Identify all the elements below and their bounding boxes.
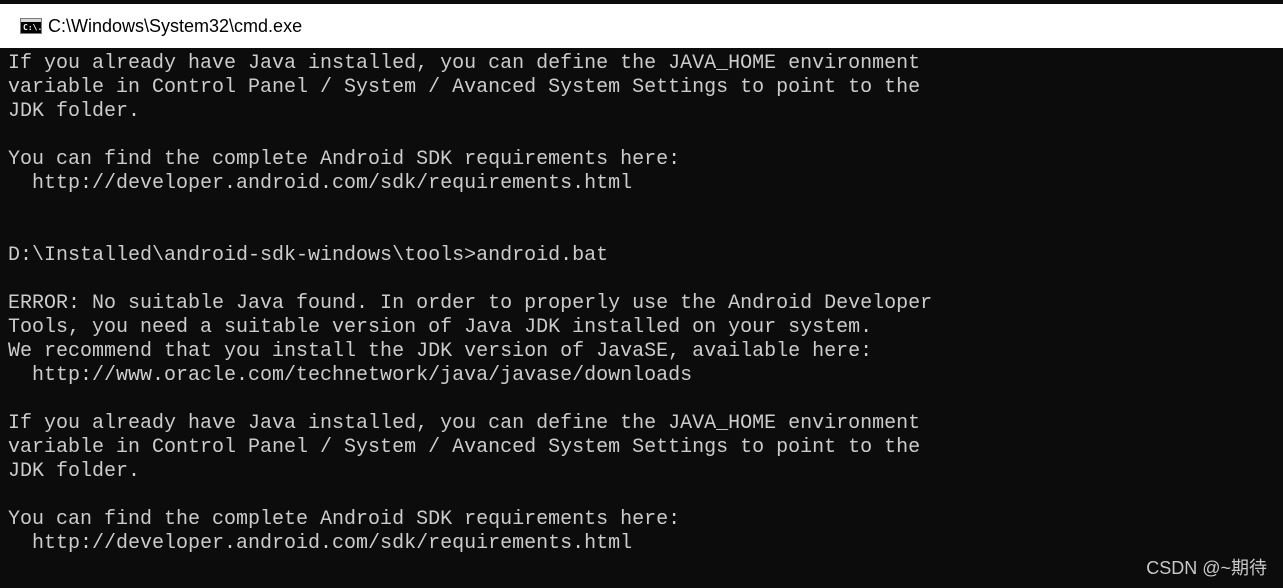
title-bar[interactable]: C:\. C:\Windows\System32\cmd.exe	[0, 0, 1283, 48]
console-line: http://developer.android.com/sdk/require…	[8, 532, 633, 555]
console-line: You can find the complete Android SDK re…	[8, 508, 681, 531]
console-line: D:\Installed\android-sdk-windows\tools>a…	[8, 244, 609, 267]
console-line: http://www.oracle.com/technetwork/java/j…	[8, 364, 693, 387]
console-output[interactable]: If you already have Java installed, you …	[8, 52, 1268, 582]
cmd-icon-bar	[21, 19, 41, 22]
console-line: variable in Control Panel / System / Ava…	[8, 76, 921, 99]
console-line: You can find the complete Android SDK re…	[8, 148, 681, 171]
cmd-icon-label: C:\.	[23, 23, 43, 32]
console-line: Tools, you need a suitable version of Ja…	[8, 316, 873, 339]
console-line: ERROR: No suitable Java found. In order …	[8, 292, 933, 315]
cmd-icon: C:\.	[20, 18, 42, 34]
window-title: C:\Windows\System32\cmd.exe	[48, 15, 303, 36]
console-line: If you already have Java installed, you …	[8, 52, 921, 75]
watermark: CSDN @~期待	[1146, 558, 1267, 578]
cmd-window: C:\. C:\Windows\System32\cmd.exe If you …	[0, 0, 1283, 588]
console-line: variable in Control Panel / System / Ava…	[8, 436, 921, 459]
console-line: If you already have Java installed, you …	[8, 412, 921, 435]
console-line: JDK folder.	[8, 460, 141, 483]
console-line: We recommend that you install the JDK ve…	[8, 340, 873, 363]
console-line: http://developer.android.com/sdk/require…	[8, 172, 633, 195]
console-line: JDK folder.	[8, 100, 141, 123]
